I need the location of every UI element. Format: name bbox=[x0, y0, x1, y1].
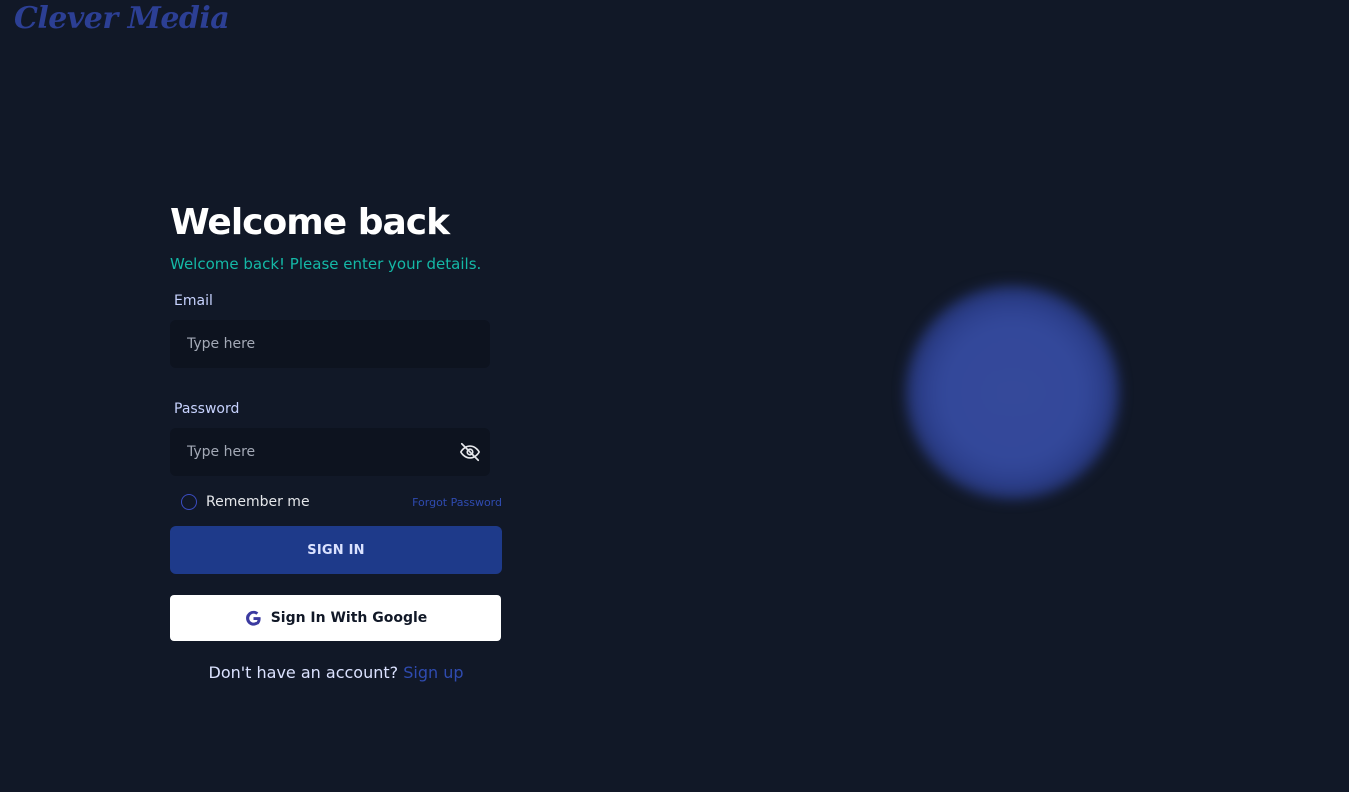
login-page: Clever Media Welcome back Welcome back! … bbox=[0, 0, 1349, 792]
sign-up-link[interactable]: Sign up bbox=[403, 663, 463, 682]
google-icon bbox=[245, 610, 261, 626]
email-field[interactable] bbox=[170, 320, 490, 368]
page-subtitle: Welcome back! Please enter your details. bbox=[170, 255, 482, 273]
no-account-text: Don't have an account? bbox=[208, 663, 399, 682]
password-field[interactable] bbox=[170, 428, 490, 476]
brand-logo[interactable]: Clever Media bbox=[14, 0, 230, 38]
remember-me-checkbox[interactable]: Remember me bbox=[181, 494, 310, 510]
password-field-container bbox=[170, 428, 490, 476]
forgot-password-link[interactable]: Forgot Password bbox=[412, 496, 502, 509]
sign-in-button[interactable]: SIGN IN bbox=[170, 526, 502, 574]
google-button-label: Sign In With Google bbox=[270, 610, 428, 626]
signup-prompt: Don't have an account? Sign up bbox=[170, 663, 502, 682]
email-field-container bbox=[170, 320, 490, 368]
remember-forgot-row: Remember me Forgot Password bbox=[170, 494, 502, 510]
password-label: Password bbox=[174, 401, 240, 417]
decorative-blob bbox=[905, 285, 1120, 500]
remember-radio[interactable] bbox=[181, 494, 197, 510]
login-form: Welcome back Welcome back! Please enter … bbox=[170, 200, 502, 682]
eye-off-icon[interactable] bbox=[459, 441, 481, 463]
google-sign-in-button[interactable]: Sign In With Google bbox=[170, 595, 501, 641]
page-title: Welcome back bbox=[170, 202, 450, 243]
remember-me-label: Remember me bbox=[206, 494, 310, 510]
email-label: Email bbox=[174, 293, 213, 309]
